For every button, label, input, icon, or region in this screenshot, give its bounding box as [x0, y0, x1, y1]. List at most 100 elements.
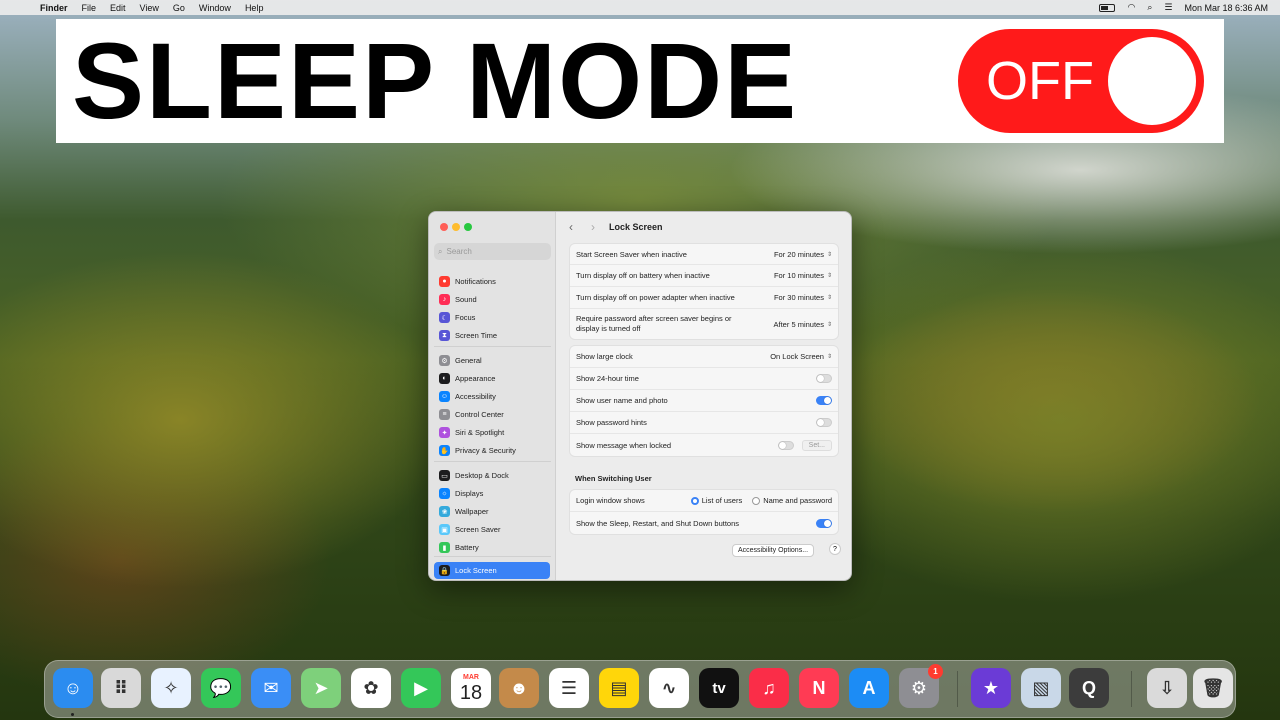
sidebar-item-accessibility[interactable]: ☺ Accessibility	[434, 388, 550, 405]
sidebar-item-general[interactable]: ⚙ General	[434, 352, 550, 369]
screen-saver-group: Start Screen Saver when inactive For 20 …	[569, 243, 839, 340]
search-input[interactable]: ⌕ Search	[434, 243, 551, 260]
hand-icon: ✋	[439, 445, 450, 456]
large-clock-select[interactable]: On Lock Screen ⇕	[770, 352, 832, 361]
search-icon[interactable]: ⌕	[1147, 2, 1152, 13]
updown-icon: ⇕	[826, 295, 832, 301]
launchpad-icon[interactable]: ⠿	[101, 668, 141, 708]
sidebar-item-focus[interactable]: ☾ Focus	[434, 309, 550, 326]
messages-icon[interactable]: 💬	[201, 668, 241, 708]
sidebar-item-privacy-security[interactable]: ✋ Privacy & Security	[434, 442, 550, 459]
facetime-icon[interactable]: ▶	[401, 668, 441, 708]
sidebar-item-notifications[interactable]: ● Notifications	[434, 273, 550, 290]
maps-icon[interactable]: ➤	[301, 668, 341, 708]
24-hour-toggle[interactable]	[816, 374, 832, 383]
finder-icon[interactable]: ☺	[53, 668, 93, 708]
sidebar-item-label: Notifications	[455, 277, 496, 286]
menu-app-name[interactable]: Finder	[40, 3, 68, 13]
calendar-icon[interactable]: MAR 18	[451, 668, 491, 708]
preview-icon[interactable]: ▧	[1021, 668, 1061, 708]
sidebar-item-screen-saver[interactable]: ▣ Screen Saver	[434, 521, 550, 538]
radio-name-and-password[interactable]: Name and password	[752, 496, 832, 505]
quicktime-icon[interactable]: Q	[1069, 668, 1109, 708]
help-button[interactable]: ?	[829, 543, 841, 555]
row-display-adapter: Turn display off on power adapter when i…	[570, 287, 838, 309]
sidebar-item-label: Battery	[455, 543, 479, 552]
freeform-icon[interactable]: ∿	[649, 668, 689, 708]
accessibility-options-button[interactable]: Accessibility Options...	[732, 544, 815, 557]
row-label: Show message when locked	[576, 440, 672, 450]
mail-icon[interactable]: ✉	[251, 668, 291, 708]
system-settings-icon[interactable]: ⚙ 1	[899, 664, 943, 708]
updown-icon: ⇕	[826, 321, 832, 328]
close-window-button[interactable]	[440, 223, 448, 231]
sidebar-item-battery[interactable]: ▮ Battery	[434, 539, 550, 556]
photos-icon[interactable]: ✿	[351, 668, 391, 708]
notification-badge: 1	[928, 664, 943, 679]
user-photo-toggle[interactable]	[816, 396, 832, 405]
sidebar-item-desktop-dock[interactable]: ▭ Desktop & Dock	[434, 467, 550, 484]
password-hints-toggle[interactable]	[816, 418, 832, 427]
row-label: Show password hints	[576, 418, 647, 427]
menu-view[interactable]: View	[140, 3, 159, 13]
menu-go[interactable]: Go	[173, 3, 185, 13]
tv-label: tv	[712, 679, 726, 697]
reminders-icon[interactable]: ☰	[549, 668, 589, 708]
sidebar-item-screen-time[interactable]: ⧗ Screen Time	[434, 327, 550, 344]
row-label: Login window shows	[576, 496, 645, 505]
imovie-icon[interactable]: ★	[971, 668, 1011, 708]
updown-icon: ⇕	[826, 273, 832, 279]
sidebar-item-appearance[interactable]: ◐ Appearance	[434, 370, 550, 387]
set-message-button[interactable]: Set...	[801, 439, 832, 451]
radio-list-of-users[interactable]: List of users	[690, 496, 742, 505]
sidebar-item-label: Focus	[455, 313, 476, 322]
menu-edit[interactable]: Edit	[110, 3, 126, 13]
trash-icon[interactable]: 🗑	[1193, 668, 1233, 708]
sidebar-item-wallpaper[interactable]: ❀ Wallpaper	[434, 503, 550, 520]
news-icon[interactable]: N	[799, 668, 839, 708]
siri-icon: ✦	[439, 427, 450, 438]
sidebar-item-siri-spotlight[interactable]: ✦ Siri & Spotlight	[434, 424, 550, 441]
forward-button[interactable]: ›	[591, 220, 595, 234]
battery-icon: ▮	[439, 542, 450, 553]
safari-icon[interactable]: ✧	[151, 668, 191, 708]
row-large-clock: Show large clock On Lock Screen ⇕	[570, 346, 838, 368]
control-center-icon[interactable]: ☰	[1164, 2, 1172, 13]
menu-clock[interactable]: Mon Mar 18 6:36 AM	[1184, 3, 1268, 13]
back-button[interactable]: ‹	[569, 220, 573, 234]
settings-content: ‹ › Lock Screen Start Screen Saver when …	[557, 212, 851, 580]
sidebar-divider	[434, 461, 551, 462]
sidebar-item-control-center[interactable]: ≡ Control Center	[434, 406, 550, 423]
sidebar-item-label: Siri & Spotlight	[455, 428, 505, 437]
contacts-icon[interactable]: ☻	[499, 668, 539, 708]
display-battery-select[interactable]: For 10 minutes ⇕	[774, 271, 832, 280]
row-sleep-buttons: Show the Sleep, Restart, and Shut Down b…	[570, 512, 838, 534]
lock-icon: 🔒	[439, 565, 450, 576]
lock-screen-options-group: Show large clock On Lock Screen ⇕ Show 24…	[569, 345, 839, 457]
notes-icon[interactable]: ▤	[599, 668, 639, 708]
battery-icon[interactable]	[1099, 3, 1116, 12]
display-adapter-select[interactable]: For 30 minutes ⇕	[774, 293, 832, 302]
sidebar-item-lock-screen[interactable]: 🔒 Lock Screen	[434, 562, 550, 579]
menu-window[interactable]: Window	[199, 3, 231, 13]
screen-saver-select[interactable]: For 20 minutes ⇕	[774, 250, 832, 259]
menu-bar: Finder File Edit View Go Window Help ◠ ⌕…	[0, 0, 1280, 15]
require-password-select[interactable]: After 5 minutes ⇕	[774, 320, 832, 329]
sleep-buttons-toggle[interactable]	[816, 518, 832, 528]
sidebar-item-displays[interactable]: ☼ Displays	[434, 485, 550, 502]
message-locked-toggle[interactable]	[777, 440, 794, 450]
menu-help[interactable]: Help	[245, 3, 264, 13]
app-store-icon[interactable]: A	[849, 668, 889, 708]
minimize-window-button[interactable]	[452, 223, 460, 231]
sidebar-item-label: Displays	[455, 489, 484, 498]
accessibility-icon: ☺	[439, 391, 450, 402]
sidebar-item-sound[interactable]: ♪ Sound	[434, 291, 550, 308]
tv-icon[interactable]: tv	[699, 668, 739, 708]
row-display-battery: Turn display off on battery when inactiv…	[570, 265, 838, 287]
zoom-window-button[interactable]	[464, 223, 472, 231]
row-label: Require password after screen saver begi…	[576, 314, 732, 333]
music-icon[interactable]: ♫	[749, 668, 789, 708]
wifi-icon[interactable]: ◠	[1127, 2, 1135, 13]
menu-file[interactable]: File	[82, 3, 97, 13]
downloads-icon[interactable]: ⇩	[1147, 668, 1187, 708]
